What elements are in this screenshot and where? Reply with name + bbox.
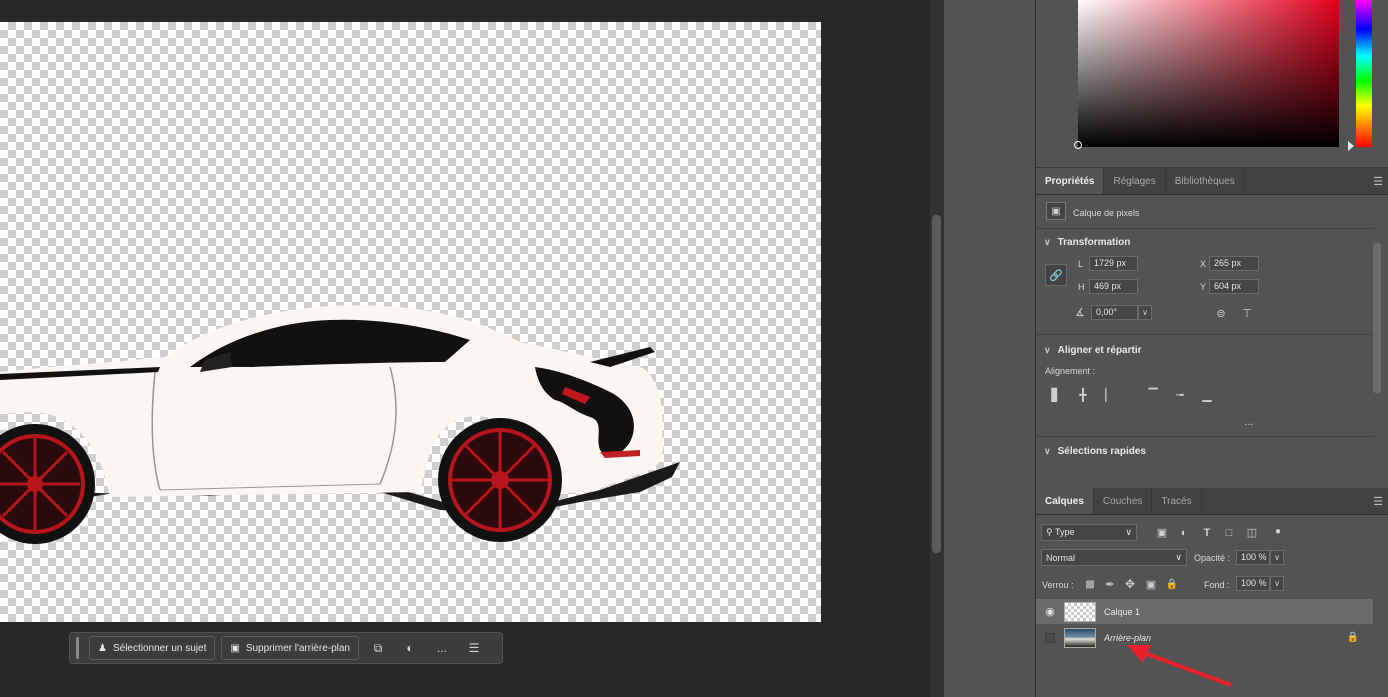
properties-tab-bar: Propriétés Réglages Bibliothèques ☰ <box>1036 168 1388 195</box>
align-top-icon[interactable]: ▔ <box>1145 388 1161 402</box>
chevron-down-icon: ∨ <box>1125 527 1132 537</box>
layer-row[interactable]: ◉ Calque 1 <box>1036 599 1373 624</box>
right-panel-stack: Propriétés Réglages Bibliothèques ☰ ▣ Ca… <box>1036 0 1388 697</box>
blend-mode-dropdown[interactable]: Normal ∨ <box>1041 549 1187 566</box>
chevron-down-icon[interactable]: ∨ <box>1138 305 1152 320</box>
lock-transparency-icon[interactable]: ▩ <box>1083 577 1097 591</box>
divider <box>1036 228 1374 229</box>
visibility-toggle[interactable] <box>1045 632 1055 643</box>
properties-scrollbar[interactable] <box>1373 243 1381 393</box>
align-right-icon[interactable]: ▏ <box>1102 388 1118 402</box>
color-sample-marker[interactable] <box>1074 141 1082 149</box>
workspace-vertical-scrollbar[interactable] <box>930 0 944 697</box>
align-vertical-center-icon[interactable]: ╼ <box>1172 388 1188 402</box>
person-icon: ♟ <box>98 642 107 654</box>
transform-section-header[interactable]: ∨ Transformation <box>1044 237 1130 248</box>
tab-properties[interactable]: Propriétés <box>1036 168 1105 194</box>
fill-field[interactable]: 100 % <box>1236 576 1270 591</box>
search-icon: ⚲ <box>1046 527 1053 537</box>
lock-all-icon[interactable]: 🔒 <box>1165 577 1179 591</box>
link-icon[interactable]: 🔗 <box>1045 264 1067 286</box>
scrollbar-thumb[interactable] <box>932 215 941 553</box>
chevron-down-icon[interactable]: ∨ <box>1270 576 1284 591</box>
chevron-down-icon: ∨ <box>1044 345 1051 355</box>
taskbar-grip-handle[interactable] <box>76 637 79 659</box>
panel-menu-icon[interactable]: ☰ <box>1368 168 1388 194</box>
lock-label: Verrou : <box>1042 580 1074 590</box>
chevron-down-icon: ∨ <box>1044 446 1051 456</box>
filter-adjustment-icon[interactable]: ◐ <box>1176 525 1192 540</box>
document-workspace: ♟ Sélectionner un sujet ▣ Supprimer l'ar… <box>0 0 930 697</box>
layers-tab-bar: Calques Couches Tracés ☰ <box>1036 488 1388 515</box>
tab-layers[interactable]: Calques <box>1036 488 1094 514</box>
quick-selections-header[interactable]: ∨ Sélections rapides <box>1044 446 1146 457</box>
tab-channels[interactable]: Couches <box>1094 488 1153 514</box>
fill-label: Fond : <box>1204 580 1230 590</box>
layer-thumbnail <box>1064 627 1096 648</box>
more-options-button[interactable]: ... <box>429 636 455 660</box>
color-picker-panel <box>1036 0 1388 168</box>
align-horizontal-center-icon[interactable]: ╋ <box>1075 388 1091 402</box>
align-left-icon[interactable]: ▋ <box>1048 388 1064 402</box>
collapsed-panel-column <box>944 0 1036 697</box>
car-image <box>0 305 680 544</box>
document-canvas[interactable] <box>0 22 821 622</box>
chevron-down-icon: ∨ <box>1175 552 1182 562</box>
align-section-header[interactable]: ∨ Aligner et répartir <box>1044 345 1142 356</box>
opacity-field[interactable]: 100 % <box>1236 550 1270 565</box>
layer-thumbnail <box>1064 601 1096 622</box>
lock-move-icon[interactable]: ✥ <box>1123 577 1137 591</box>
hue-slider-marker[interactable] <box>1348 141 1354 151</box>
filter-pixel-icon[interactable]: ▣ <box>1154 525 1170 540</box>
remove-background-button[interactable]: ▣ Supprimer l'arrière-plan <box>221 636 359 660</box>
width-label: L <box>1078 259 1084 269</box>
lock-icon: 🔒 <box>1346 631 1360 643</box>
tab-adjustments[interactable]: Réglages <box>1104 168 1166 194</box>
transform-selection-icon[interactable]: ⧉ <box>365 636 391 660</box>
layer-name: Calque 1 <box>1104 606 1141 617</box>
align-more-button[interactable]: ... <box>1239 416 1259 428</box>
flip-horizontal-icon[interactable]: ⊜ <box>1213 305 1229 321</box>
filter-shape-icon[interactable]: □ <box>1221 525 1237 540</box>
divider <box>1036 436 1374 437</box>
tab-paths[interactable]: Tracés <box>1152 488 1202 514</box>
eye-icon[interactable]: ◉ <box>1036 605 1064 618</box>
divider <box>1036 334 1374 335</box>
x-field[interactable]: 265 px <box>1209 256 1259 271</box>
pixel-layer-icon: ▣ <box>1046 202 1066 220</box>
filter-type-icon[interactable]: T <box>1199 525 1215 540</box>
lock-artboard-icon[interactable]: ▣ <box>1144 577 1158 591</box>
opacity-label: Opacité : <box>1194 553 1231 563</box>
select-subject-button[interactable]: ♟ Sélectionner un sujet <box>89 636 216 660</box>
front-wheel <box>0 424 95 544</box>
image-icon: ▣ <box>230 642 240 654</box>
height-field[interactable]: 469 px <box>1089 279 1138 294</box>
width-field[interactable]: 1729 px <box>1089 256 1138 271</box>
height-label: H <box>1078 282 1085 292</box>
filter-smart-object-icon[interactable]: ◫ <box>1244 525 1260 540</box>
chevron-down-icon: ∨ <box>1044 237 1051 247</box>
angle-icon: ∡ <box>1075 306 1085 319</box>
saturation-value-field[interactable] <box>1078 0 1339 147</box>
align-bottom-icon[interactable]: ▁ <box>1199 388 1215 402</box>
chevron-down-icon[interactable]: ∨ <box>1270 550 1284 565</box>
rear-wheel <box>438 418 562 542</box>
lock-brush-icon[interactable]: ✒ <box>1103 577 1117 591</box>
layer-filter-dropdown[interactable]: ⚲ Type ∨ <box>1041 524 1137 541</box>
x-label: X <box>1200 259 1207 269</box>
angle-field[interactable]: 0,00° <box>1091 305 1138 320</box>
y-label: Y <box>1200 282 1207 292</box>
panel-menu-icon[interactable]: ☰ <box>1368 488 1388 514</box>
tab-libraries[interactable]: Bibliothèques <box>1166 168 1245 194</box>
adjustment-layer-icon[interactable]: ◐ <box>397 636 423 660</box>
flip-vertical-icon[interactable]: ⊤ <box>1239 305 1255 321</box>
annotation-arrow <box>1127 645 1232 687</box>
contextual-task-bar: ♟ Sélectionner un sujet ▣ Supprimer l'ar… <box>69 632 503 664</box>
layer-kind-label: Calque de pixels <box>1073 208 1140 218</box>
taskbar-settings-icon[interactable]: ☰ <box>461 636 487 660</box>
alignment-label: Alignement : <box>1045 366 1096 376</box>
hue-slider[interactable] <box>1356 0 1372 147</box>
filter-toggle-icon[interactable]: ● <box>1272 521 1284 541</box>
y-field[interactable]: 604 px <box>1209 279 1259 294</box>
